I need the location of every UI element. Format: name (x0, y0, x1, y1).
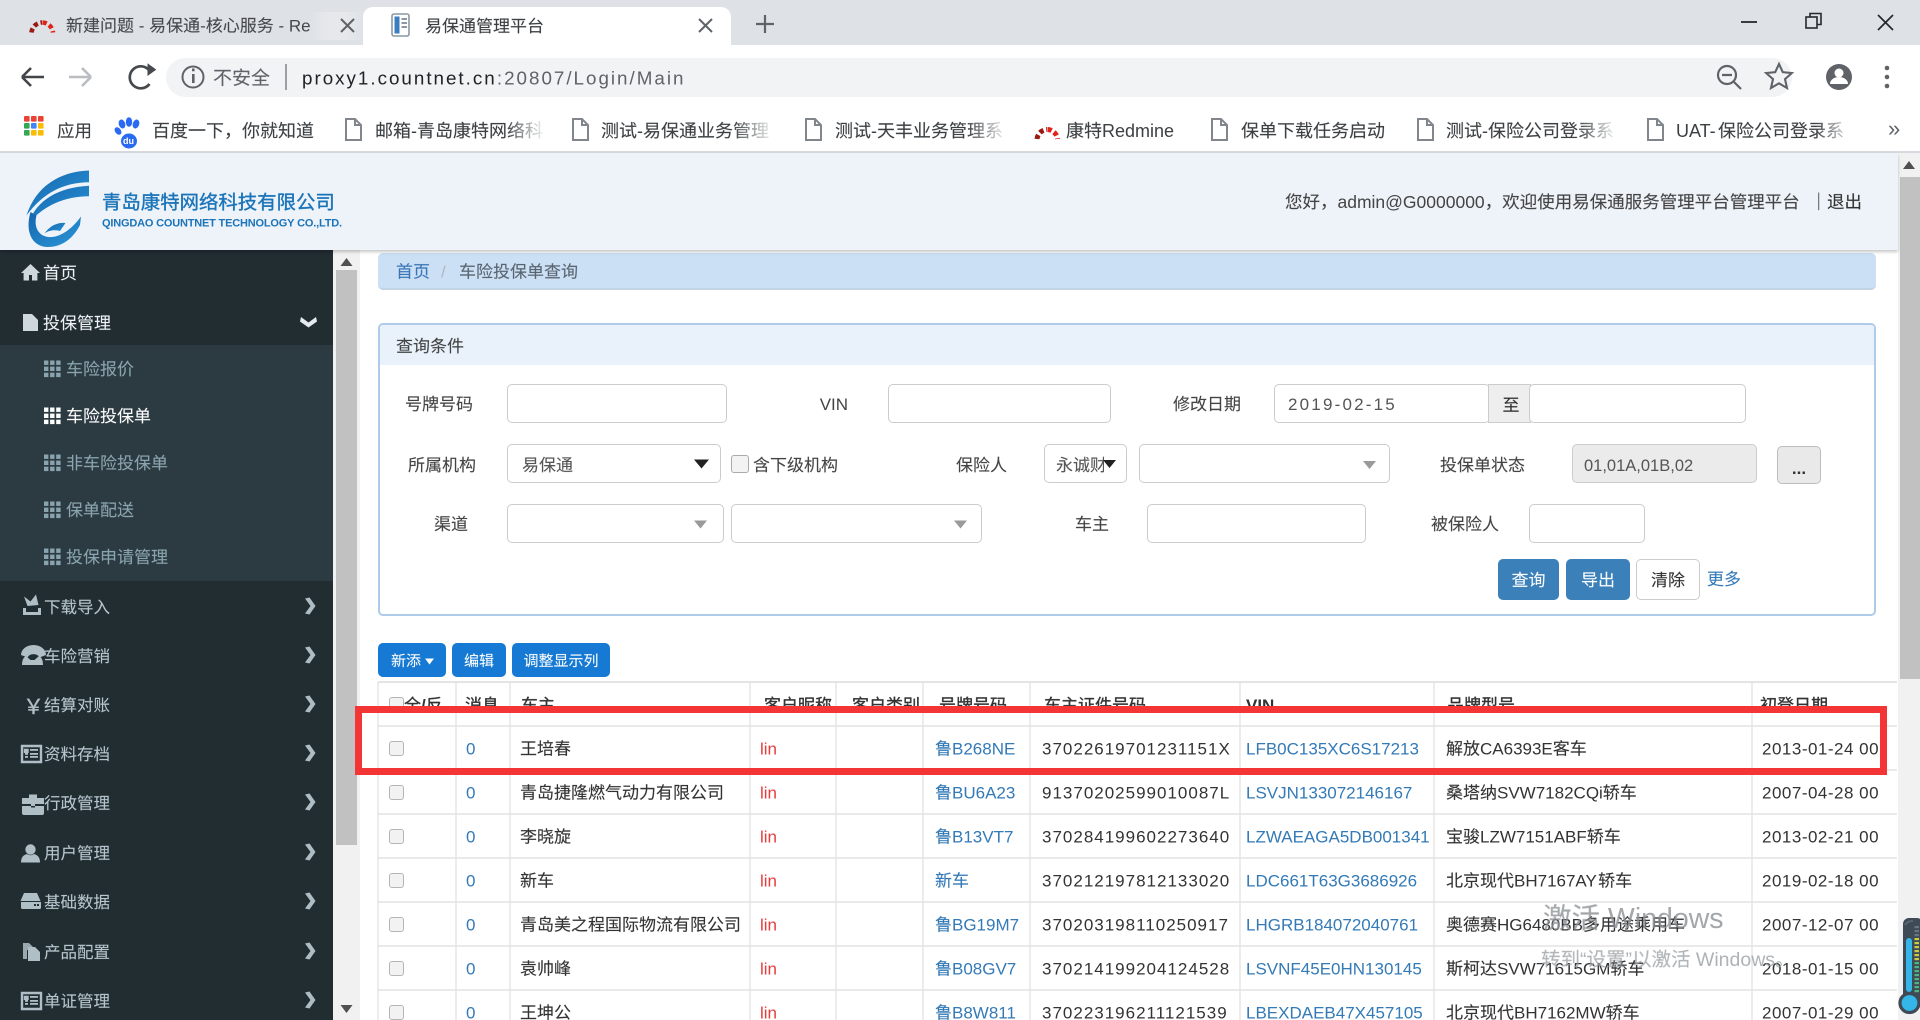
svg-text:B268NE: B268NE (952, 740, 1015, 759)
svg-text:2013-01-24 00: 2013-01-24 00 (1762, 740, 1879, 759)
svg-text:lin: lin (760, 1004, 777, 1020)
svg-text:2007-12-07 00: 2007-12-07 00 (1762, 916, 1879, 935)
svg-text:0: 0 (466, 960, 475, 979)
svg-text:BH7162MW: BH7162MW (1514, 1004, 1606, 1020)
svg-text:BG19M7: BG19M7 (952, 916, 1019, 935)
svg-text:lin: lin (760, 872, 777, 891)
svg-text:proxy1.countnet.cn: proxy1.countnet.cn (302, 68, 497, 89)
svg-text:BU6A23: BU6A23 (952, 784, 1015, 803)
svg-text:HG6480BB: HG6480BB (1497, 916, 1583, 935)
svg-text:B08GV7: B08GV7 (952, 960, 1016, 979)
svg-text:01,01A,01B,02: 01,01A,01B,02 (1584, 457, 1693, 475)
svg-text:2013-02-21 00: 2013-02-21 00 (1762, 828, 1879, 847)
svg-text:”: ” (1626, 949, 1633, 971)
svg-text:Windows: Windows (1691, 949, 1776, 971)
svg-text:LZW7151ABF: LZW7151ABF (1480, 828, 1587, 847)
svg-text:370203198110250917: 370203198110250917 (1042, 916, 1229, 935)
svg-text:0: 0 (466, 916, 475, 935)
svg-text:...: ... (1792, 459, 1806, 478)
svg-text:BH7167AY: BH7167AY (1514, 872, 1597, 891)
svg-text:du: du (123, 136, 134, 146)
svg-text:37022619701231151X: 37022619701231151X (1042, 740, 1231, 759)
svg-text:B8W811: B8W811 (952, 1004, 1016, 1020)
svg-text:LZWAEAGA5DB001341: LZWAEAGA5DB001341 (1246, 828, 1430, 847)
svg-text:SVW7182CQi: SVW7182CQi (1497, 784, 1603, 803)
svg-text:VIN: VIN (820, 395, 848, 414)
svg-text:admin@G0000000: admin@G0000000 (1338, 192, 1485, 212)
svg-text:SVW71615GM: SVW71615GM (1497, 960, 1610, 979)
svg-text:LFB0C135XC6S17213: LFB0C135XC6S17213 (1246, 740, 1419, 759)
svg-text:2019-02-18 00: 2019-02-18 00 (1762, 872, 1879, 891)
svg-text:0: 0 (466, 828, 475, 847)
svg-text:Redmine: Redmine (1102, 121, 1174, 141)
svg-text:lin: lin (760, 784, 777, 803)
svg-text:/: / (441, 263, 446, 282)
svg-text:lin: lin (760, 740, 777, 759)
svg-text:CA6393E: CA6393E (1480, 740, 1553, 759)
svg-text:lin: lin (760, 828, 777, 847)
svg-text:2007-01-29 00: 2007-01-29 00 (1762, 1004, 1879, 1020)
svg-text:370223196211121539: 370223196211121539 (1042, 1004, 1228, 1020)
svg-text:-: - (1482, 121, 1488, 141)
svg-text:-: - (134, 17, 149, 36)
svg-text:lin: lin (760, 960, 777, 979)
svg-text:lin: lin (760, 916, 777, 935)
svg-text:“: “ (1580, 949, 1587, 971)
svg-text:370284199602273640: 370284199602273640 (1042, 828, 1230, 847)
svg-text:370214199204124528: 370214199204124528 (1042, 960, 1230, 979)
svg-text:0: 0 (466, 784, 475, 803)
svg-text:-: - (200, 17, 206, 36)
svg-text:LDC661T63G3686926: LDC661T63G3686926 (1246, 872, 1417, 891)
svg-text:UAT-: UAT- (1676, 121, 1716, 141)
svg-text:LSVNF45E0HN130145: LSVNF45E0HN130145 (1246, 960, 1422, 979)
svg-text:B13VT7: B13VT7 (952, 828, 1013, 847)
svg-text:Windows: Windows (1600, 903, 1724, 935)
svg-text::20807/Login/Main: :20807/Login/Main (497, 68, 686, 89)
svg-text:-: - (411, 121, 417, 141)
svg-text:-: - (871, 121, 877, 141)
svg-text:2019-02-15: 2019-02-15 (1288, 395, 1397, 414)
svg-text:-: - (637, 121, 643, 141)
svg-text:370212197812133020: 370212197812133020 (1042, 872, 1230, 891)
svg-text:0: 0 (466, 872, 475, 891)
svg-text:0: 0 (466, 1004, 475, 1020)
svg-text:2007-04-28 00: 2007-04-28 00 (1762, 784, 1879, 803)
svg-text:LHGRB184072040761: LHGRB184072040761 (1246, 916, 1418, 935)
svg-text:- Re: - Re (274, 17, 311, 36)
svg-text:0: 0 (466, 740, 475, 759)
svg-text:LBEXDAEB47X457105: LBEXDAEB47X457105 (1246, 1004, 1423, 1020)
svg-text:91370202599010087L: 91370202599010087L (1042, 784, 1230, 803)
svg-text:LSVJN133072146167: LSVJN133072146167 (1246, 784, 1412, 803)
svg-text:QINGDAO COUNTNET TECHNOLOGY CO: QINGDAO COUNTNET TECHNOLOGY CO.,LTD. (102, 218, 342, 230)
svg-text:»: » (1888, 116, 1900, 141)
